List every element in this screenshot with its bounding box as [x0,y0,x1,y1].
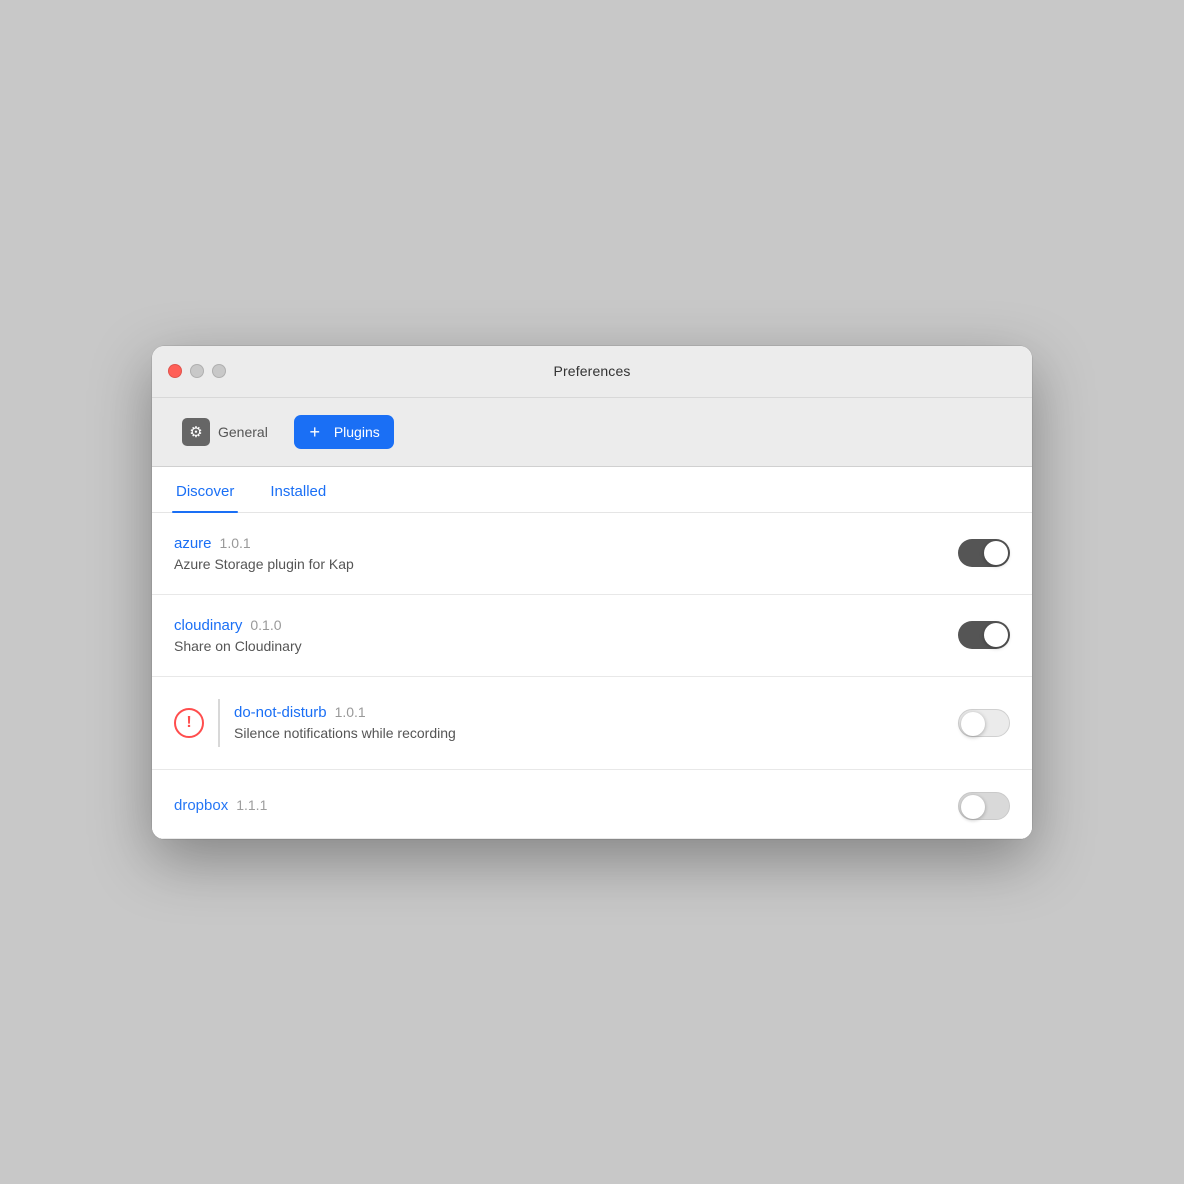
traffic-lights [168,364,226,378]
plugin-version-dnd: 1.0.1 [335,704,366,720]
maximize-button[interactable] [212,364,226,378]
gear-icon: ⚙ [182,418,210,446]
plugin-item-dropbox: dropbox 1.1.1 [152,770,1032,839]
tab-discover[interactable]: Discover [172,467,238,512]
plugin-name-azure[interactable]: azure [174,535,212,552]
plugin-list: azure 1.0.1 Azure Storage plugin for Kap [152,513,1032,839]
plus-icon: + [304,421,326,443]
plugin-version-cloudinary: 0.1.0 [250,617,281,633]
tabs-bar: Discover Installed [152,467,1032,513]
plugin-name-cloudinary[interactable]: cloudinary [174,617,242,634]
tab-installed[interactable]: Installed [266,467,330,512]
plugin-item-cloudinary: cloudinary 0.1.0 Share on Cloudinary [152,595,1032,677]
error-icon-do-not-disturb: ! [174,708,204,738]
content-area: Discover Installed azure 1.0.1 Azure Sto… [152,467,1032,839]
title-bar: Preferences [152,346,1032,398]
general-label: General [218,424,268,440]
toolbar: ⚙ General + Plugins [152,398,1032,467]
plugin-item-do-not-disturb: ! do-not-disturb 1.0.1 Silence notificat… [152,677,1032,770]
toggle-dropbox[interactable] [958,792,1010,820]
plugin-desc-azure: Azure Storage plugin for Kap [174,556,354,572]
plugins-label: Plugins [334,424,380,440]
divider [218,699,220,747]
plugin-name-dnd[interactable]: do-not-disturb [234,704,327,721]
plugin-name-dropbox[interactable]: dropbox [174,797,228,814]
toggle-cloudinary[interactable] [958,621,1010,649]
preferences-window: Preferences ⚙ General + Plugins Discover… [152,346,1032,839]
plugin-desc-dnd: Silence notifications while recording [234,725,456,741]
plugin-item-azure: azure 1.0.1 Azure Storage plugin for Kap [152,513,1032,595]
plugin-version-azure: 1.0.1 [220,535,251,551]
close-button[interactable] [168,364,182,378]
general-button[interactable]: ⚙ General [172,412,282,452]
plugins-button[interactable]: + Plugins [294,415,394,449]
minimize-button[interactable] [190,364,204,378]
window-title: Preferences [553,363,630,379]
plugin-desc-cloudinary: Share on Cloudinary [174,638,302,654]
toggle-do-not-disturb[interactable] [958,709,1010,737]
toggle-azure[interactable] [958,539,1010,567]
plugin-version-dropbox: 1.1.1 [236,797,267,813]
